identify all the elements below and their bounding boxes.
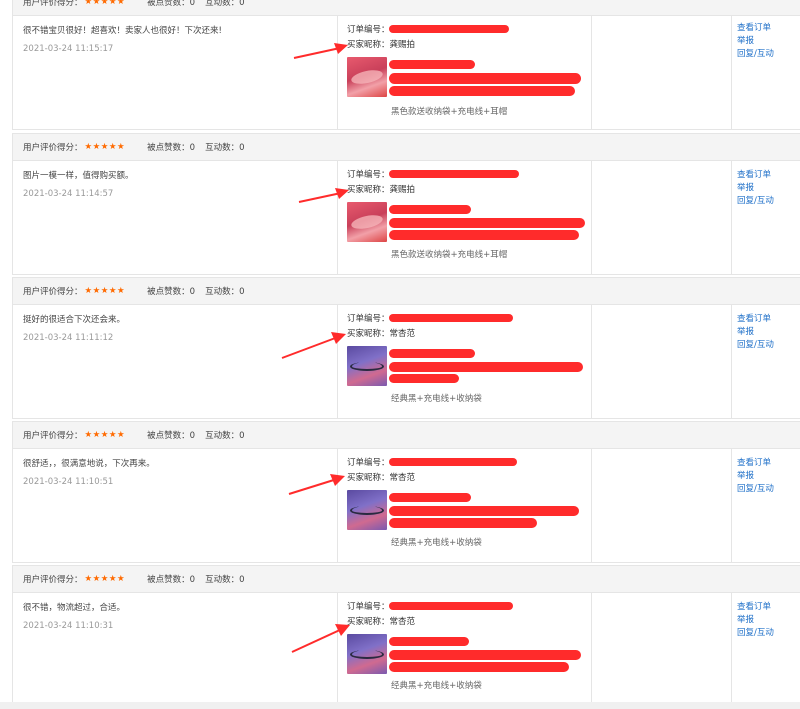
reply-link[interactable]: 回复/互动 — [737, 48, 774, 61]
interactions-count: 互动数：0 — [205, 0, 245, 8]
rating-stars: ★★★★★ — [84, 0, 126, 7]
report-link[interactable]: 举报 — [737, 182, 754, 195]
interactions-count: 互动数：0 — [205, 143, 245, 153]
score-label: 用户评价得分： — [23, 431, 83, 441]
view-order-link[interactable]: 查看订单 — [737, 313, 771, 326]
order-number: 订单编号： — [347, 170, 390, 180]
review-header: 用户评价得分： ★★★★★ 被点赞数：0 互动数：0 — [13, 0, 800, 16]
annotation-arrow — [291, 624, 350, 653]
interactions-count: 互动数：0 — [205, 575, 245, 585]
review-comment: 很不错宝贝很好！超喜欢！卖家人也很好！下次还来! — [23, 26, 222, 36]
redaction-mark — [389, 314, 513, 322]
redaction-mark — [389, 374, 459, 383]
report-link[interactable]: 举报 — [737, 470, 754, 483]
reply-link[interactable]: 回复/互动 — [737, 627, 774, 640]
redaction-mark — [389, 349, 475, 358]
order-number: 订单编号： — [347, 25, 390, 35]
score-label: 用户评价得分： — [23, 143, 83, 153]
review-time: 2021-03-24 11:10:51 — [23, 477, 114, 487]
review-time: 2021-03-24 11:10:31 — [23, 621, 114, 631]
likes-count: 被点赞数：0 — [147, 287, 196, 297]
review-time: 2021-03-24 11:15:17 — [23, 44, 114, 54]
review-time: 2021-03-24 11:11:12 — [23, 333, 114, 343]
order-number: 订单编号： — [347, 314, 390, 324]
sku-info: 经典黑+充电线+收纳袋 — [391, 394, 482, 404]
annotation-arrow — [298, 188, 349, 203]
likes-count: 被点赞数：0 — [147, 143, 196, 153]
redaction-mark — [389, 73, 581, 84]
redaction-mark — [389, 60, 475, 69]
view-order-link[interactable]: 查看订单 — [737, 457, 771, 470]
redaction-mark — [389, 518, 537, 528]
view-order-link[interactable]: 查看订单 — [737, 22, 771, 35]
review-comment: 挺好的很适合下次还会来。 — [23, 315, 126, 325]
score-label: 用户评价得分： — [23, 287, 83, 297]
redaction-mark — [389, 506, 579, 516]
annotation-arrow — [288, 474, 345, 495]
report-link[interactable]: 举报 — [737, 326, 754, 339]
redaction-mark — [389, 602, 513, 610]
redaction-mark — [389, 86, 575, 96]
sku-info: 黑色款送收纳袋+充电线+耳帽 — [391, 250, 508, 260]
reply-link[interactable]: 回复/互动 — [737, 339, 774, 352]
annotation-arrow — [293, 43, 348, 59]
redaction-mark — [389, 493, 471, 502]
report-link[interactable]: 举报 — [737, 35, 754, 48]
review-comment: 图片一模一样，值得购买额。 — [23, 171, 134, 181]
redaction-mark — [389, 25, 509, 33]
likes-count: 被点赞数：0 — [147, 575, 196, 585]
view-order-link[interactable]: 查看订单 — [737, 169, 771, 182]
annotation-arrow — [281, 332, 346, 359]
order-number: 订单编号： — [347, 602, 390, 612]
redaction-mark — [389, 662, 569, 672]
interactions-count: 互动数：0 — [205, 431, 245, 441]
redaction-mark — [389, 218, 585, 228]
review-comment: 很不错，物流超过，合适。 — [23, 603, 126, 613]
rating-stars: ★★★★★ — [84, 574, 126, 584]
review-card: 用户评价得分： ★★★★★ 被点赞数：0 互动数：0 很不错宝贝很好！超喜欢！卖… — [12, 0, 800, 130]
sku-info: 经典黑+充电线+收纳袋 — [391, 681, 482, 691]
reply-link[interactable]: 回复/互动 — [737, 195, 774, 208]
order-number: 订单编号： — [347, 458, 390, 468]
score-label: 用户评价得分： — [23, 0, 83, 8]
review-header: 用户评价得分： ★★★★★ 被点赞数：0 互动数：0 — [13, 278, 800, 305]
rating-stars: ★★★★★ — [84, 286, 126, 296]
review-header: 用户评价得分： ★★★★★ 被点赞数：0 互动数：0 — [13, 422, 800, 449]
score-label: 用户评价得分： — [23, 575, 83, 585]
likes-count: 被点赞数：0 — [147, 431, 196, 441]
redaction-mark — [389, 170, 519, 178]
review-comment: 很舒适，，很满意地说，下次再来。 — [23, 459, 155, 469]
redaction-mark — [389, 230, 579, 240]
likes-count: 被点赞数：0 — [147, 0, 196, 8]
sku-info: 黑色款送收纳袋+充电线+耳帽 — [391, 107, 508, 117]
redaction-mark — [389, 650, 581, 660]
redaction-mark — [389, 205, 471, 214]
review-header: 用户评价得分： ★★★★★ 被点赞数：0 互动数：0 — [13, 566, 800, 593]
review-card: 用户评价得分： ★★★★★ 被点赞数：0 互动数：0 很舒适，，很满意地说，下次… — [12, 421, 800, 563]
review-card: 用户评价得分： ★★★★★ 被点赞数：0 互动数：0 很不错，物流超过，合适。 … — [12, 565, 800, 703]
report-link[interactable]: 举报 — [737, 614, 754, 627]
reply-link[interactable]: 回复/互动 — [737, 483, 774, 496]
interactions-count: 互动数：0 — [205, 287, 245, 297]
review-time: 2021-03-24 11:14:57 — [23, 189, 114, 199]
review-card: 用户评价得分： ★★★★★ 被点赞数：0 互动数：0 挺好的很适合下次还会来。 … — [12, 277, 800, 419]
redaction-mark — [389, 458, 517, 466]
redaction-mark — [389, 362, 583, 372]
review-header: 用户评价得分： ★★★★★ 被点赞数：0 互动数：0 — [13, 134, 800, 161]
view-order-link[interactable]: 查看订单 — [737, 601, 771, 614]
sku-info: 经典黑+充电线+收纳袋 — [391, 538, 482, 548]
review-card: 用户评价得分： ★★★★★ 被点赞数：0 互动数：0 图片一模一样，值得购买额。… — [12, 133, 800, 275]
rating-stars: ★★★★★ — [84, 142, 126, 152]
page-bottom-bar — [0, 702, 800, 709]
rating-stars: ★★★★★ — [84, 430, 126, 440]
redaction-mark — [389, 637, 469, 646]
